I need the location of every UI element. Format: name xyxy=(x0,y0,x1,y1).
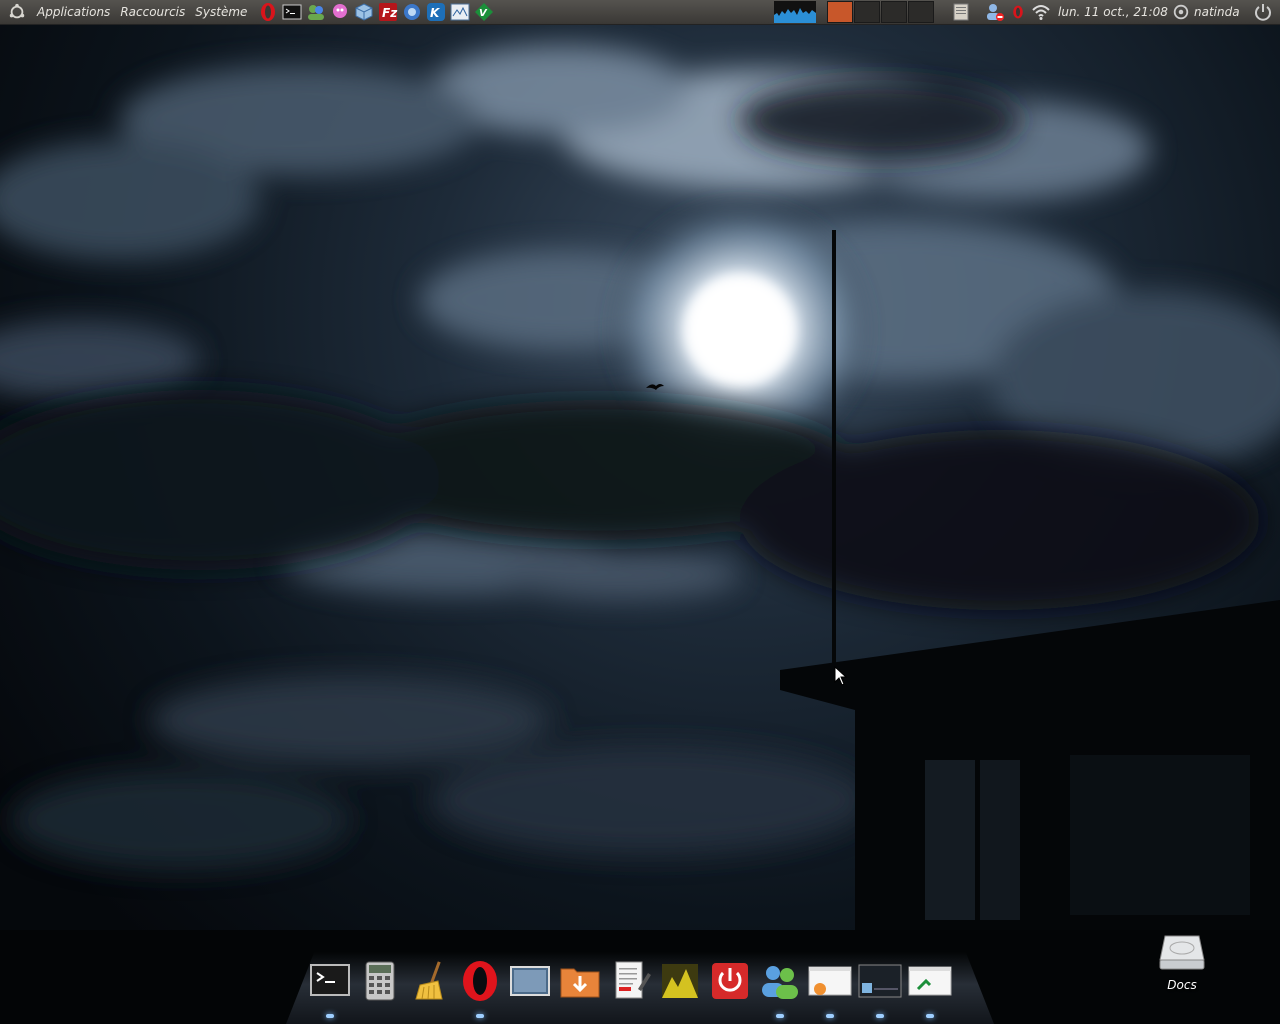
dock-cleaner[interactable] xyxy=(405,956,455,1006)
workspace-1[interactable] xyxy=(827,1,853,23)
running-indicator xyxy=(326,1014,334,1018)
desktop-wallpaper xyxy=(0,0,1280,1024)
calculator-icon xyxy=(365,961,395,1001)
image-viewer-icon xyxy=(662,964,698,998)
workspace-switcher xyxy=(827,1,935,23)
dock-window-3[interactable] xyxy=(905,956,955,1018)
virtualbox-icon[interactable] xyxy=(354,2,374,22)
octopus-icon[interactable] xyxy=(330,2,350,22)
dock-downloads[interactable] xyxy=(555,956,605,1006)
mouse-cursor-icon xyxy=(834,666,848,686)
opera-tray-icon[interactable] xyxy=(1010,2,1026,22)
workspace-4[interactable] xyxy=(908,1,934,23)
running-indicator xyxy=(826,1014,834,1018)
dock-window-1[interactable] xyxy=(805,956,855,1018)
dock-window-2[interactable] xyxy=(855,956,905,1018)
workspace-3[interactable] xyxy=(881,1,907,23)
broom-icon xyxy=(415,961,443,1000)
dock-calculator[interactable] xyxy=(355,956,405,1006)
downloads-folder-icon xyxy=(560,968,600,998)
kde-icon[interactable]: K xyxy=(426,2,446,22)
window-thumbnail-icon xyxy=(908,966,952,996)
desktop-icon-label: Docs xyxy=(1167,978,1197,992)
opera-icon[interactable] xyxy=(258,2,278,22)
ubuntu-logo-icon[interactable] xyxy=(8,3,26,21)
desktop-icon-docs[interactable]: Docs xyxy=(1150,930,1214,992)
dock-power[interactable] xyxy=(705,956,755,1006)
drive-icon xyxy=(1159,935,1205,970)
clock[interactable]: lun. 11 oct., 21:08 xyxy=(1058,0,1168,24)
monitor-icon[interactable] xyxy=(450,2,470,22)
system-monitor-graph[interactable] xyxy=(774,1,816,23)
dock-opera[interactable] xyxy=(455,956,505,1018)
dock-text-editor[interactable] xyxy=(605,956,655,1006)
user-status-icon xyxy=(1173,4,1189,20)
terminal-icon[interactable] xyxy=(282,2,302,22)
dock-show-desktop[interactable] xyxy=(505,956,555,1006)
vim-icon[interactable]: V xyxy=(474,2,494,22)
menu-raccourcis[interactable]: Raccourcis xyxy=(115,0,190,24)
dock xyxy=(305,956,955,1018)
dock-messenger[interactable] xyxy=(755,956,805,1018)
panel-launchers: Fz K V xyxy=(258,2,498,22)
wifi-icon[interactable] xyxy=(1030,2,1052,22)
user-name: natinda xyxy=(1194,5,1240,19)
running-indicator xyxy=(776,1014,784,1018)
workspace-2[interactable] xyxy=(854,1,880,23)
running-indicator xyxy=(476,1014,484,1018)
pidgin-icon[interactable] xyxy=(306,2,326,22)
messaging-status-icon[interactable] xyxy=(984,2,1006,22)
power-icon[interactable] xyxy=(1253,2,1273,22)
top-panel: Applications Raccourcis Système Fz K V l… xyxy=(0,0,1280,25)
browser-icon[interactable] xyxy=(402,2,422,22)
svg-text:V: V xyxy=(479,8,488,19)
messenger-icon xyxy=(762,966,798,999)
notification-area xyxy=(950,0,1056,24)
svg-text:Fz: Fz xyxy=(382,6,398,20)
terminal-icon xyxy=(310,964,350,996)
user-menu[interactable]: natinda xyxy=(1172,0,1240,24)
menu-applications[interactable]: Applications xyxy=(32,0,115,24)
window-thumbnail-icon xyxy=(808,966,852,996)
filezilla-icon[interactable]: Fz xyxy=(378,2,398,22)
notes-icon[interactable] xyxy=(950,2,972,22)
dock-image-viewer[interactable] xyxy=(655,956,705,1006)
show-desktop-icon xyxy=(510,966,550,996)
window-thumbnail-icon xyxy=(858,964,902,998)
running-indicator xyxy=(926,1014,934,1018)
running-indicator xyxy=(876,1014,884,1018)
opera-icon xyxy=(463,961,497,1001)
text-editor-icon xyxy=(615,961,651,999)
dock-terminal[interactable] xyxy=(305,956,355,1018)
power-icon xyxy=(712,963,748,999)
menu-systeme[interactable]: Système xyxy=(190,0,252,24)
